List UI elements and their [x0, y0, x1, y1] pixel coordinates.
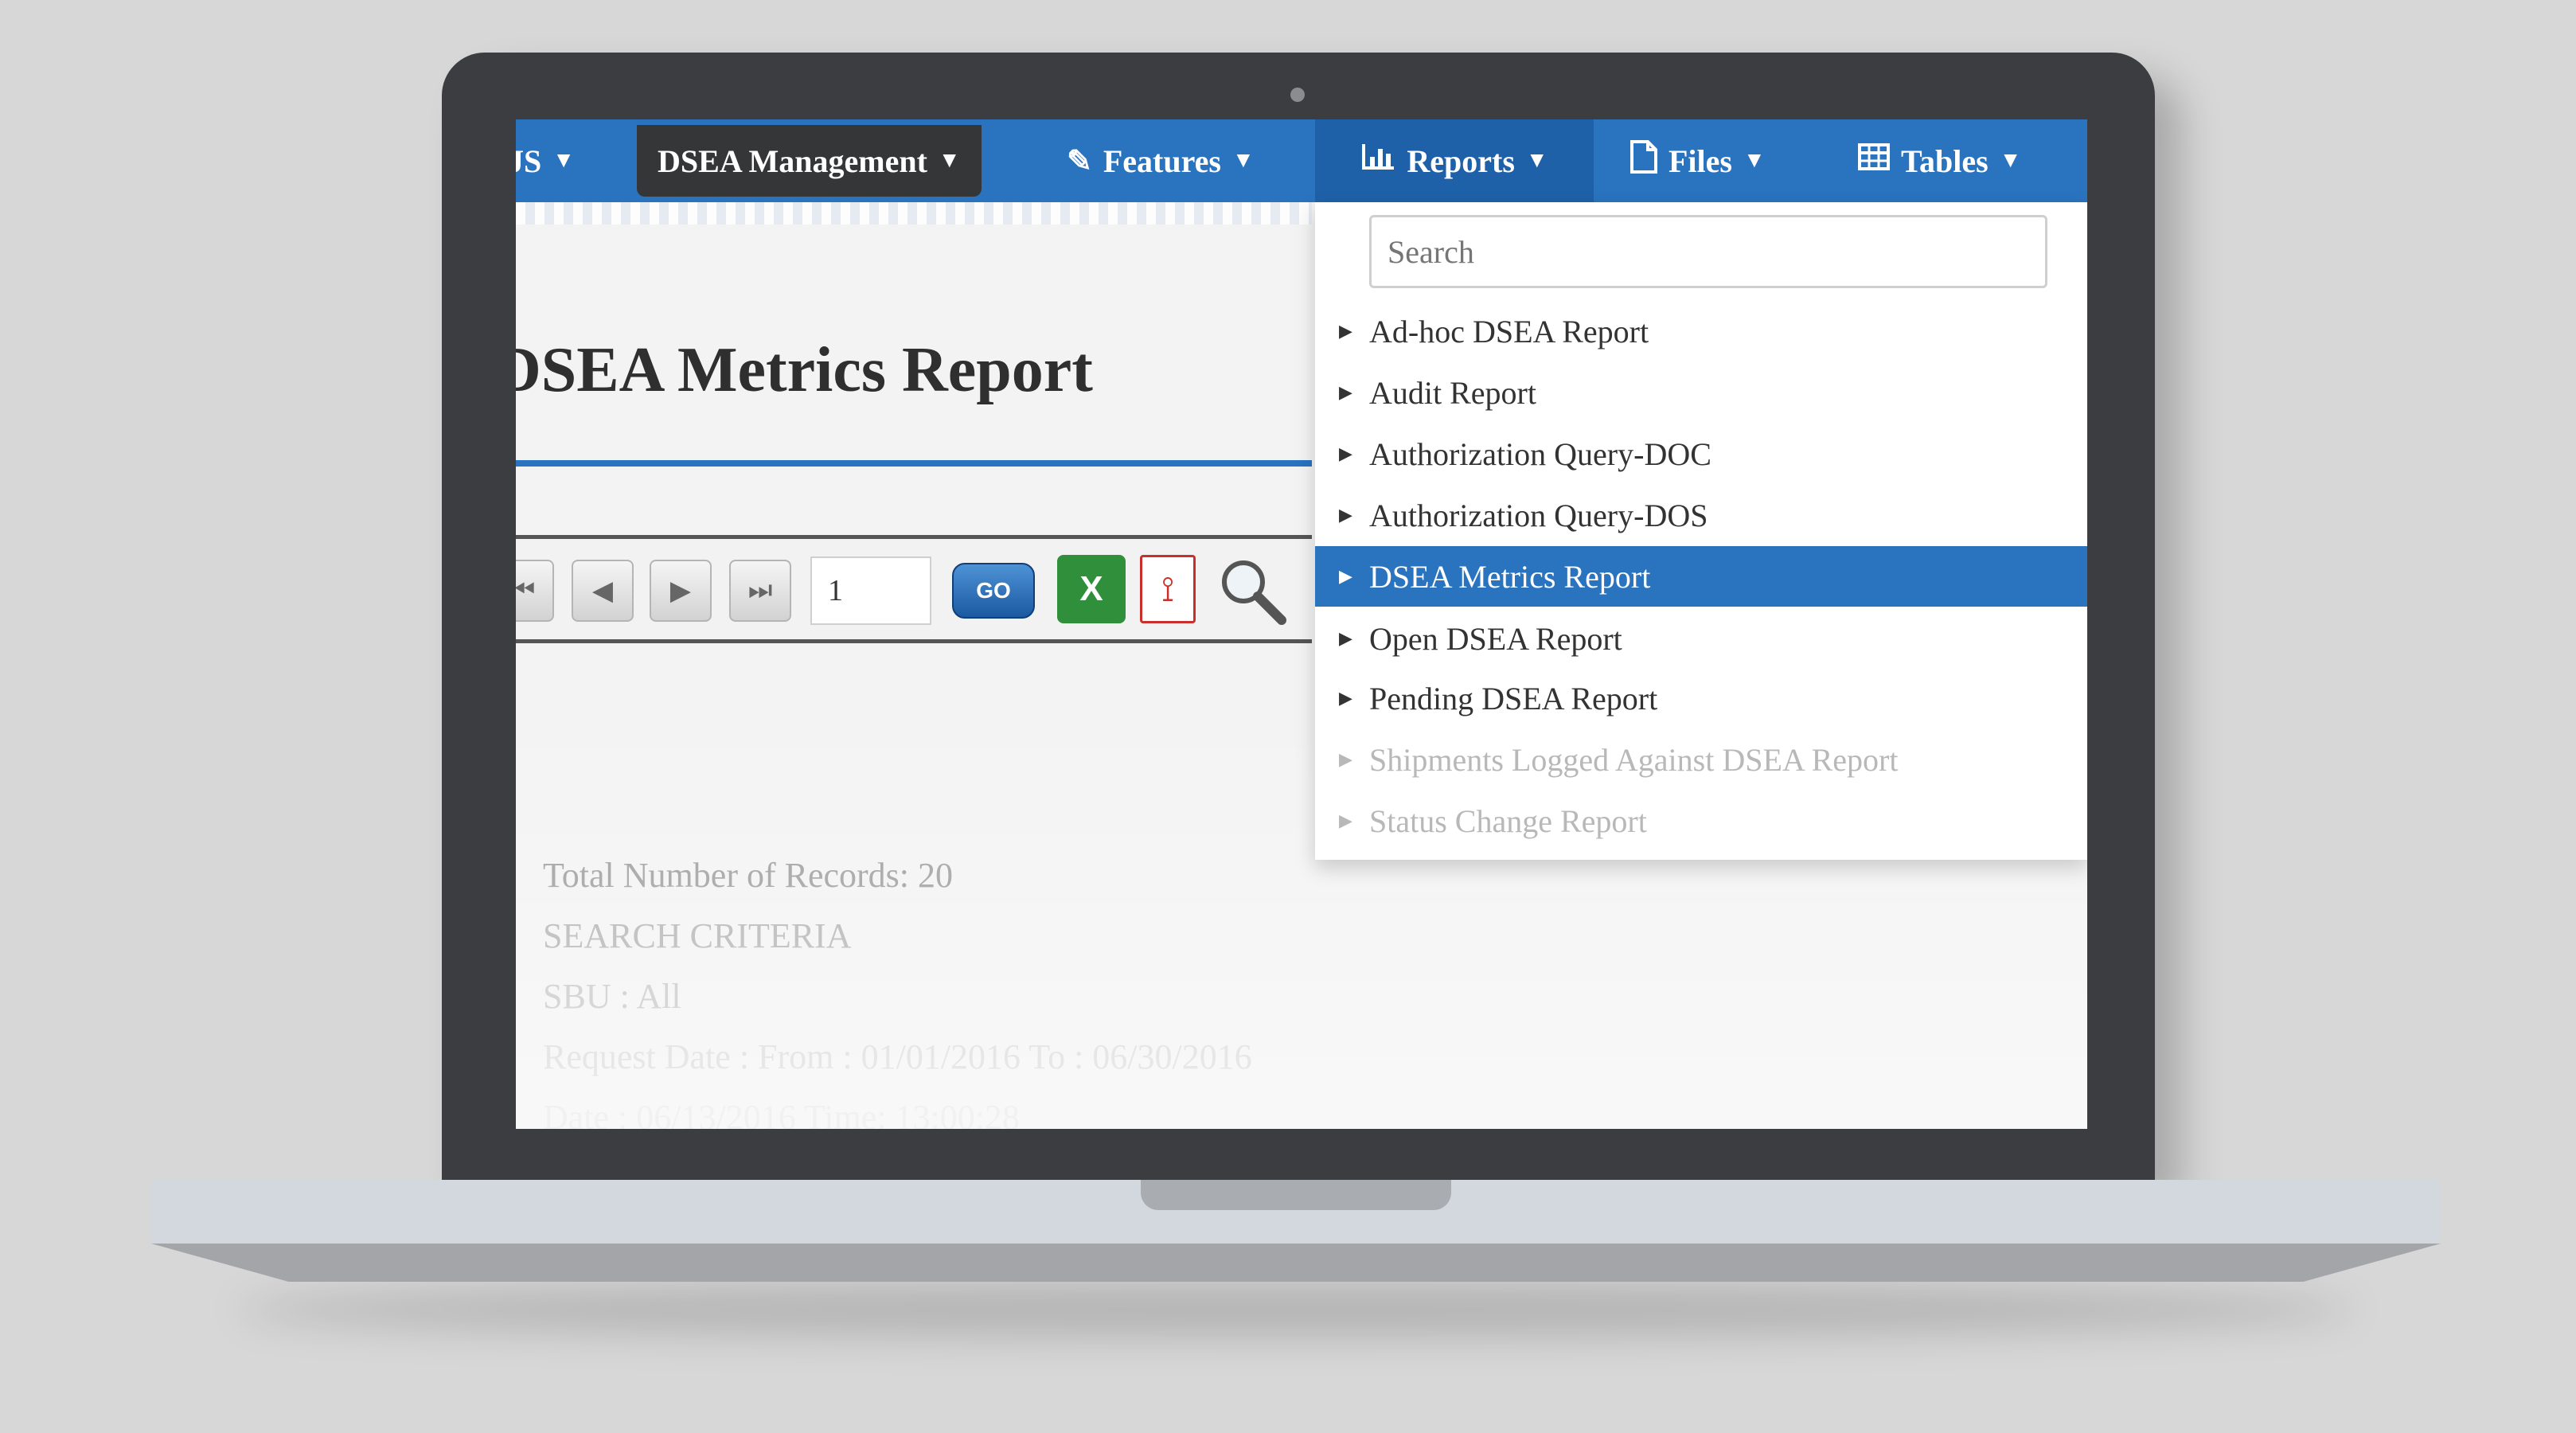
- table-icon: [1858, 143, 1890, 178]
- caret-right-icon: ▶: [1339, 382, 1352, 402]
- menu-item-pending-dsea-report[interactable]: ▶ Pending DSEA Report: [1315, 668, 2087, 728]
- app-screen: JS ▼ DSEA Management ▼ ✎ Features ▼ Repo…: [516, 119, 2087, 1129]
- nav-item-tables[interactable]: Tables ▼: [1858, 119, 2021, 202]
- last-page-icon: ⏭: [747, 576, 773, 605]
- menu-search-input[interactable]: [1369, 215, 2047, 288]
- excel-export-icon[interactable]: X: [1057, 555, 1126, 623]
- nav-item-reports[interactable]: Reports ▼: [1315, 119, 1594, 202]
- page-number-input[interactable]: 1: [810, 556, 931, 625]
- nav-item-us[interactable]: JS ▼: [516, 119, 575, 202]
- nav-item-label: Reports: [1407, 143, 1515, 179]
- menu-item-authorization-query-dos[interactable]: ▶ Authorization Query-DOS: [1315, 485, 2087, 545]
- caret-down-icon: ▼: [1999, 148, 2022, 173]
- total-records-text: Total Number of Records: 20: [543, 856, 954, 895]
- report-summary: Total Number of Records: 20 SEARCH CRITE…: [543, 845, 1252, 1129]
- caret-right-icon: ▶: [1339, 810, 1352, 830]
- menu-item-label: Authorization Query-DOS: [1369, 497, 1708, 533]
- nav-item-label: DSEA Management: [658, 143, 927, 179]
- report-toolbar: ⏮ ◀ ▶ ⏭ 1 GO X ⟟: [516, 535, 1312, 643]
- pencil-icon: ✎: [1067, 144, 1092, 178]
- search-criteria-heading: SEARCH CRITERIA: [543, 916, 852, 955]
- menu-item-label: Audit Report: [1369, 374, 1536, 411]
- nav-item-features[interactable]: ✎ Features ▼: [1067, 119, 1255, 202]
- nav-item-label: Tables: [1901, 143, 1989, 179]
- previous-page-icon: ◀: [591, 576, 614, 606]
- menu-item-status-change-report[interactable]: ▶ Status Change Report: [1315, 791, 2087, 851]
- camera-icon: [1290, 88, 1305, 102]
- caret-right-icon: ▶: [1339, 505, 1352, 525]
- nav-item-files[interactable]: Files ▼: [1630, 119, 1766, 202]
- menu-item-audit-report[interactable]: ▶ Audit Report: [1315, 362, 2087, 423]
- laptop-base-edge: [151, 1244, 2441, 1282]
- menu-item-dsea-metrics-report[interactable]: ▶ DSEA Metrics Report: [1315, 546, 2087, 607]
- next-page-button[interactable]: ▶: [650, 560, 712, 622]
- nav-item-label: Files: [1669, 143, 1732, 179]
- magnifier-search-icon[interactable]: [1216, 555, 1288, 627]
- nav-item-dsea-management[interactable]: DSEA Management ▼: [637, 119, 982, 202]
- menu-item-label: Open DSEA Report: [1369, 620, 1622, 657]
- laptop-shadow: [239, 1282, 2353, 1337]
- caret-right-icon: ▶: [1339, 321, 1352, 341]
- menu-item-authorization-query-doc[interactable]: ▶ Authorization Query-DOC: [1315, 424, 2087, 484]
- reports-dropdown-menu: ▶ Ad-hoc DSEA Report ▶ Audit Report ▶ Au…: [1315, 202, 2087, 860]
- laptop-notch: [1141, 1180, 1451, 1210]
- menu-item-label: Status Change Report: [1369, 802, 1647, 839]
- menu-item-shipments-logged-report[interactable]: ▶ Shipments Logged Against DSEA Report: [1315, 729, 2087, 790]
- caret-down-icon: ▼: [1525, 148, 1548, 173]
- previous-page-button[interactable]: ◀: [572, 560, 634, 622]
- caret-right-icon: ▶: [1339, 749, 1352, 769]
- caret-down-icon: ▼: [1231, 148, 1255, 173]
- first-page-button[interactable]: ⏮: [516, 560, 554, 622]
- menu-item-label: Authorization Query-DOC: [1369, 435, 1711, 472]
- file-icon: [1630, 140, 1657, 182]
- nav-item-label: Features: [1103, 143, 1221, 179]
- menu-item-label: Pending DSEA Report: [1369, 680, 1658, 716]
- caret-down-icon: ▼: [1743, 148, 1766, 173]
- caret-right-icon: ▶: [1339, 688, 1352, 708]
- go-button[interactable]: GO: [952, 563, 1035, 619]
- menu-item-label: Shipments Logged Against DSEA Report: [1369, 741, 1899, 778]
- menu-item-adhoc-dsea-report[interactable]: ▶ Ad-hoc DSEA Report: [1315, 301, 2087, 361]
- caret-right-icon: ▶: [1339, 566, 1352, 586]
- pdf-export-icon[interactable]: ⟟: [1140, 555, 1196, 623]
- title-divider: [516, 460, 1312, 467]
- decorative-stripe: [516, 202, 1312, 225]
- date-time-text: Date : 06/13/2016 Time: 13:00:28: [543, 1098, 1020, 1129]
- request-date-text: Request Date : From : 01/01/2016 To : 06…: [543, 1037, 1252, 1076]
- first-page-icon: ⏮: [516, 576, 536, 605]
- caret-down-icon: ▼: [938, 148, 961, 173]
- next-page-icon: ▶: [669, 576, 692, 606]
- sbu-text: SBU : All: [543, 977, 681, 1016]
- caret-down-icon: ▼: [552, 148, 575, 173]
- menu-item-label: DSEA Metrics Report: [1369, 558, 1651, 595]
- bar-chart-icon: [1360, 143, 1395, 179]
- page-title: DSEA Metrics Report: [516, 335, 1093, 405]
- caret-right-icon: ▶: [1339, 443, 1352, 463]
- last-page-button[interactable]: ⏭: [729, 560, 791, 622]
- menu-item-open-dsea-report[interactable]: ▶ Open DSEA Report: [1315, 608, 2087, 669]
- top-navbar: JS ▼ DSEA Management ▼ ✎ Features ▼ Repo…: [516, 119, 2087, 202]
- menu-item-label: Ad-hoc DSEA Report: [1369, 313, 1649, 349]
- nav-item-label: JS: [516, 143, 542, 179]
- caret-right-icon: ▶: [1339, 628, 1352, 648]
